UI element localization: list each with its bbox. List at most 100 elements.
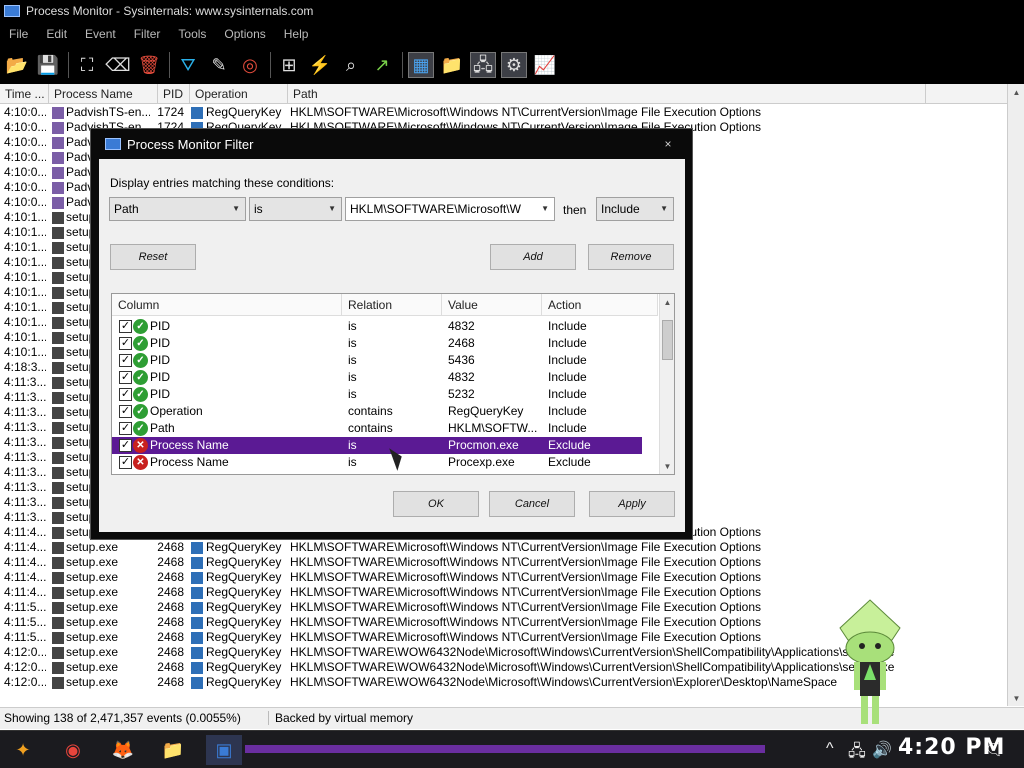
show-registry-icon[interactable]: ▦ (408, 52, 434, 78)
filter-list-scrollbar[interactable]: ▲ ▼ (659, 294, 674, 474)
cell-time: 4:10:0... (4, 165, 46, 179)
rule-value: HKLM\SOFTW... (448, 421, 538, 435)
clear-display-icon[interactable]: ⌫ (105, 52, 131, 78)
menu-options[interactable]: Options (215, 27, 274, 41)
volume-icon[interactable]: 🔊 (872, 740, 892, 760)
filter-rule-row[interactable]: ✓ ✓ PID is 5436 Include (112, 352, 642, 369)
col-process-name[interactable]: Process Name (49, 84, 158, 104)
process-tree-icon[interactable]: ⊞ (276, 52, 302, 78)
procmon-taskbar-icon[interactable]: ▣ (206, 735, 242, 765)
process-icon (52, 362, 64, 374)
header-relation[interactable]: Relation (342, 294, 442, 316)
rule-enabled-checkbox[interactable]: ✓ (119, 439, 132, 452)
filter-rule-row[interactable]: ✓ ✓ Operation contains RegQueryKey Include (112, 403, 642, 420)
menu-help[interactable]: Help (275, 27, 318, 41)
chrome-icon[interactable]: ◉ (58, 735, 88, 765)
firefox-icon[interactable]: 🦊 (108, 735, 138, 765)
filter-rule-row[interactable]: ✓ ✕ Process Name is Procmon.exe Exclude (112, 437, 642, 454)
process-icon (52, 302, 64, 314)
rule-enabled-checkbox[interactable]: ✓ (119, 405, 132, 418)
include-check-icon: ✓ (133, 336, 148, 351)
rule-enabled-checkbox[interactable]: ✓ (119, 320, 132, 333)
jump-icon[interactable]: ↗ (369, 52, 395, 78)
scroll-down-icon[interactable]: ▼ (1008, 690, 1024, 706)
show-network-icon[interactable]: 🖧 (470, 52, 496, 78)
status-events: Showing 138 of 2,471,357 events (0.0055%… (4, 711, 241, 725)
table-row[interactable]: 4:10:0... PadvishTS-en... 1724 RegQueryKey H… (0, 105, 1007, 120)
highlight-icon[interactable]: ✎ (206, 52, 232, 78)
reset-button[interactable]: Reset (110, 244, 196, 270)
process-icon (52, 467, 64, 479)
filter-icon[interactable]: ⛛ (175, 52, 201, 78)
rule-enabled-checkbox[interactable]: ✓ (119, 354, 132, 367)
show-profiling-icon[interactable]: 📈 (532, 52, 558, 78)
value-input[interactable]: HKLM\SOFTWARE\Microsoft\W ▼ (345, 197, 555, 221)
scroll-up-icon[interactable]: ▲ (660, 294, 674, 310)
network-icon[interactable]: 🖧 (848, 740, 866, 767)
chevron-down-icon: ▼ (660, 204, 668, 213)
filter-rule-row[interactable]: ✓ ✓ PID is 2468 Include (112, 335, 642, 352)
col-pid[interactable]: PID (158, 84, 190, 104)
table-row[interactable]: 4:11:4... setup.exe 2468 RegQueryKey HKLM\SO… (0, 555, 1007, 570)
autoscroll-icon[interactable]: ⛶ (74, 52, 100, 78)
col-time[interactable]: Time ... (0, 84, 49, 104)
include-process-icon[interactable]: ◎ (237, 52, 263, 78)
menu-tools[interactable]: Tools (169, 27, 215, 41)
open-icon[interactable]: 📂 (4, 52, 30, 78)
filter-rule-row[interactable]: ✓ ✓ PID is 5232 Include (112, 386, 642, 403)
action-select-value: Include (601, 202, 640, 216)
table-row[interactable]: 4:11:4... setup.exe 2468 RegQueryKey HKLM\SO… (0, 570, 1007, 585)
col-path[interactable]: Path (288, 84, 926, 104)
scroll-thumb[interactable] (662, 320, 673, 360)
cell-path: HKLM\SOFTWARE\Microsoft\Windows NT\Curre… (290, 540, 762, 554)
rule-enabled-checkbox[interactable]: ✓ (119, 371, 132, 384)
find-icon[interactable]: ⌕ (338, 52, 364, 78)
filter-rule-row[interactable]: ✓ ✓ PID is 4832 Include (112, 369, 642, 386)
table-row[interactable]: 4:11:4... setup.exe 2468 RegQueryKey HKLM\SO… (0, 540, 1007, 555)
grid-scrollbar[interactable]: ▲ ▼ (1007, 84, 1024, 706)
close-icon[interactable]: × (658, 136, 678, 152)
cell-time: 4:10:1... (4, 210, 46, 224)
clock[interactable]: 4:20 PM (898, 735, 1005, 760)
save-icon[interactable]: 💾 (35, 52, 61, 78)
relation-select[interactable]: is ▼ (249, 197, 342, 221)
rule-enabled-checkbox[interactable]: ✓ (119, 337, 132, 350)
filter-rule-row[interactable]: ✓ ✓ Path contains HKLM\SOFTW... Include (112, 420, 642, 437)
cell-time: 4:11:3... (4, 450, 46, 464)
add-button[interactable]: Add (490, 244, 576, 270)
rule-action: Include (548, 387, 587, 401)
rule-enabled-checkbox[interactable]: ✓ (119, 422, 132, 435)
menu-file[interactable]: File (0, 27, 37, 41)
show-filesystem-icon[interactable]: 📁 (439, 52, 465, 78)
col-operation[interactable]: Operation (190, 84, 288, 104)
scroll-down-icon[interactable]: ▼ (660, 458, 674, 474)
ok-button[interactable]: OK (393, 491, 479, 517)
header-column[interactable]: Column (112, 294, 342, 316)
value-input-text: HKLM\SOFTWARE\Microsoft\W (350, 202, 521, 216)
activity-icon[interactable]: ⚡ (307, 52, 333, 78)
start-icon[interactable]: ✦ (8, 735, 38, 765)
explorer-icon[interactable]: 📁 (158, 735, 188, 765)
apply-button[interactable]: Apply (589, 491, 675, 517)
clear-icon[interactable]: 🗑 (136, 52, 162, 78)
menu-event[interactable]: Event (76, 27, 125, 41)
rule-relation: is (348, 336, 357, 350)
rule-value: 4832 (448, 319, 475, 333)
cancel-button[interactable]: Cancel (489, 491, 575, 517)
column-select[interactable]: Path ▼ (109, 197, 246, 221)
filter-rule-row[interactable]: ✓ ✓ PID is 4832 Include (112, 318, 642, 335)
rule-enabled-checkbox[interactable]: ✓ (119, 388, 132, 401)
menu-filter[interactable]: Filter (125, 27, 170, 41)
remove-button[interactable]: Remove (588, 244, 674, 270)
rule-enabled-checkbox[interactable]: ✓ (119, 456, 132, 469)
menu-edit[interactable]: Edit (37, 27, 76, 41)
header-action[interactable]: Action (542, 294, 658, 316)
registry-icon (191, 557, 203, 569)
filter-rule-row[interactable]: ✓ ✕ Process Name is Procexp.exe Exclude (112, 454, 642, 471)
scroll-up-icon[interactable]: ▲ (1008, 84, 1024, 100)
header-value[interactable]: Value (442, 294, 542, 316)
show-process-icon[interactable]: ⚙ (501, 52, 527, 78)
cell-time: 4:10:1... (4, 255, 46, 269)
chevron-up-icon[interactable]: ^ (826, 740, 834, 758)
action-select[interactable]: Include ▼ (596, 197, 674, 221)
